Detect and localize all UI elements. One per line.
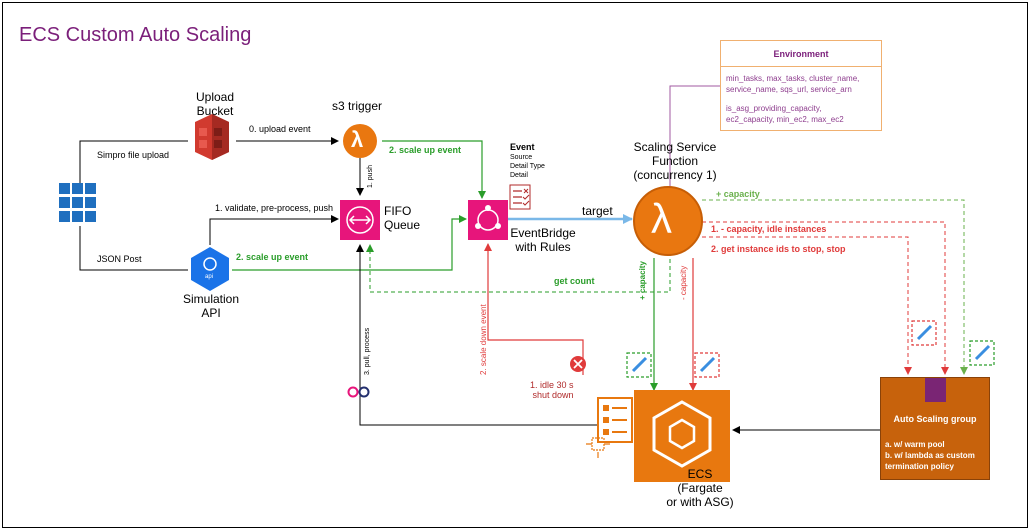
scaling-function-label: Scaling Service Function (concurrency 1)	[633, 140, 717, 182]
edge-label-scale-down: 2. scale down event	[479, 304, 488, 375]
simulation-api-label: Simulation API	[182, 292, 240, 320]
fifo-queue-icon	[340, 200, 380, 240]
edge-label-get-count: get count	[554, 276, 595, 286]
edge-label-pull-process: 3. pull, process	[364, 327, 371, 375]
environment-line-4: ec2_capacity, min_ec2, max_ec2	[726, 115, 844, 124]
eventbridge-icon	[468, 200, 508, 240]
scale-green-icon	[626, 352, 652, 378]
edge-label-get-instance-ids: 2. get instance ids to stop, stop	[711, 244, 846, 254]
scale-asg-red-icon	[911, 320, 937, 346]
edge-validate	[209, 215, 339, 245]
s3-trigger-label: s3 trigger	[332, 99, 383, 113]
scaling-lambda-glyph: λ	[651, 195, 672, 242]
edge-label-scale-up-top: 2. scale up event	[389, 145, 462, 155]
auto-scaling-group-title: Auto Scaling group	[893, 414, 977, 424]
asg-note-termination-policy: termination policy	[885, 462, 954, 471]
event-header: Event	[510, 142, 535, 152]
edge-label-json-post: JSON Post	[97, 254, 142, 264]
asg-note-lambda-termination: b. w/ lambda as custom	[885, 451, 975, 460]
api-gateway-icon	[191, 247, 229, 291]
edge-label-plus-capacity-top: + capacity	[716, 189, 760, 199]
edge-simpro-upload	[79, 140, 188, 185]
auto-scaling-group-icon	[925, 378, 946, 402]
diagram-title: ECS Custom Auto Scaling	[19, 24, 252, 46]
event-fields: Source Detail Type Detail	[510, 153, 545, 180]
api-badge: api	[205, 274, 214, 280]
edge-label-minus-capacity-idle: 1. - capacity, idle instances	[711, 224, 827, 234]
edge-label-plus-capacity-vertical: + capacity	[638, 261, 647, 300]
edge-label-minus-capacity-vertical: - capacity	[679, 265, 688, 300]
edge-label-validate: 1. validate, pre-process, push	[215, 203, 334, 213]
edge-label-simpro-upload: Simpro file upload	[97, 150, 170, 160]
edge-label-push: 1. push	[367, 165, 374, 188]
edge-label-target: target	[582, 204, 613, 218]
environment-line-3: is_asg_providing_capacity,	[726, 104, 822, 113]
environment-box: Environment min_tasks, max_tasks, cluste…	[720, 40, 882, 131]
auto-scaling-group-box: Auto Scaling group a. w/ warm pool b. w/…	[880, 377, 990, 480]
environment-title: Environment	[773, 49, 829, 59]
ecs-label: ECS (Fargate or with ASG)	[666, 467, 734, 509]
event-field-detail: Detail	[510, 172, 528, 179]
asg-note-warm-pool: a. w/ warm pool	[885, 440, 945, 449]
environment-line-2: service_name, sqs_url, service_arn	[726, 85, 852, 94]
event-field-detail-type: Detail Type	[510, 163, 545, 170]
event-document-icon	[509, 184, 531, 210]
s3-trigger-lambda-glyph: λ	[351, 127, 364, 152]
task-list-icon	[597, 397, 633, 443]
eventbridge-label: EventBridge with Rules	[510, 226, 576, 254]
scale-red-icon	[694, 352, 720, 378]
client-grid-icon	[59, 183, 96, 222]
environment-line-1: min_tasks, max_tasks, cluster_name,	[726, 74, 860, 83]
upload-bucket-label: Upload Bucket	[195, 90, 235, 118]
close-icon	[570, 356, 586, 372]
fifo-queue-label: FIFO Queue	[384, 204, 421, 232]
edge-scale-down	[484, 243, 584, 375]
environment-divider	[721, 66, 881, 67]
edge-label-upload-event: 0. upload event	[249, 124, 311, 134]
infinity-icon	[347, 386, 370, 398]
edge-get-instance-ids	[702, 236, 912, 375]
edge-label-idle-shutdown: 1. idle 30 s shut down	[530, 380, 574, 401]
edge-label-scale-up-api: 2. scale up event	[236, 252, 309, 262]
s3-bucket-icon	[195, 114, 229, 160]
scale-asg-green-icon	[969, 340, 995, 366]
event-field-source: Source	[510, 154, 533, 161]
